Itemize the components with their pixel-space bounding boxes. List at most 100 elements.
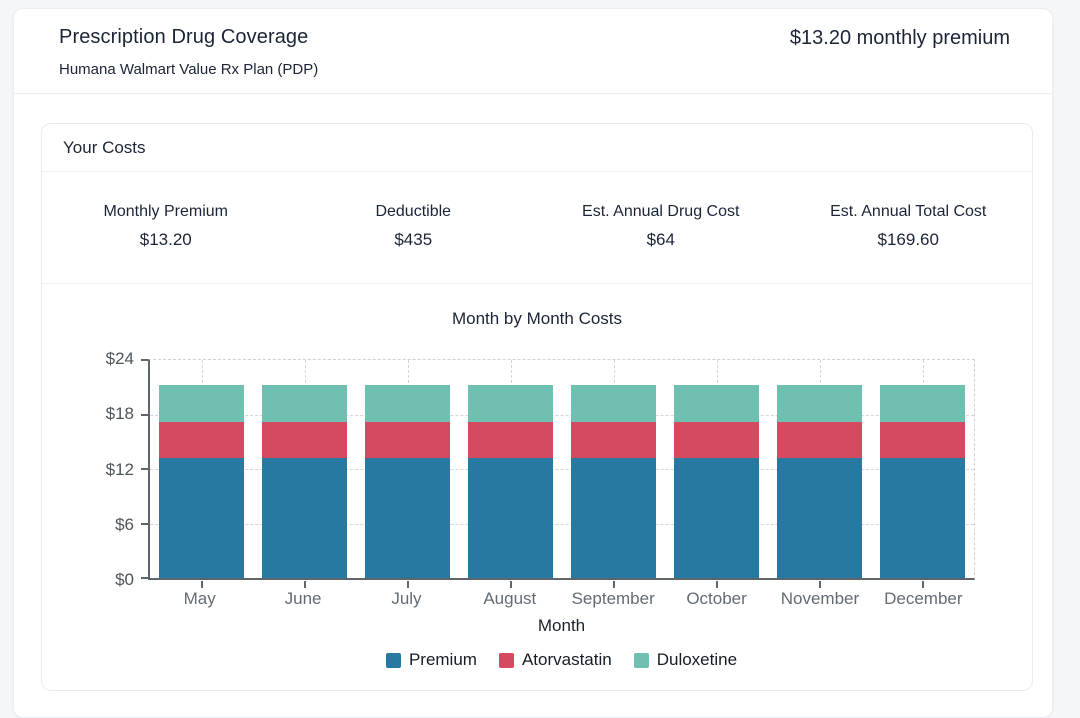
x-tick-mark [303, 581, 306, 588]
bar-segment-duloxetine-june [262, 385, 347, 422]
legend-item-premium: Premium [385, 650, 477, 670]
legend-swatch-atorvastatin [498, 652, 514, 668]
bar-segment-premium-september [571, 458, 656, 578]
stat-value: $169.60 [877, 230, 939, 249]
y-tick-label: $12 [105, 459, 134, 479]
plan-name: Humana Walmart Value Rx Plan (PDP) [59, 61, 319, 78]
month-by-month-chart: Month by Month Costs $0 $6 $12 $18 $24 May Ju… [42, 309, 1032, 670]
page-title: Prescription Drug Coverage [59, 26, 309, 48]
x-tick-mark [818, 581, 821, 588]
y-tick-mark [141, 522, 148, 525]
stacked-bar-may [159, 385, 244, 578]
cost-stats-row: Monthly Premium $13.20 Deductible $435 E… [42, 172, 1032, 284]
bar-segment-duloxetine-october [674, 385, 759, 422]
plot-area [141, 359, 975, 588]
bar-segment-premium-december [880, 458, 965, 578]
your-costs-heading: Your Costs [42, 124, 1032, 172]
x-tick-label: August [483, 589, 537, 608]
x-tick-label: May [183, 589, 216, 608]
legend-label: Duloxetine [656, 650, 738, 669]
stat-label: Est. Annual Drug Cost [582, 203, 740, 220]
y-tick-mark [141, 359, 148, 361]
stat-monthly-premium: Monthly Premium $13.20 [42, 203, 290, 250]
x-tick-mark [921, 581, 924, 588]
y-tick-label: $0 [115, 570, 134, 589]
x-axis-title: Month [537, 616, 586, 635]
monthly-premium-summary: $13.20 monthly premium [789, 27, 1010, 49]
bar-segment-atorvastatin-july [365, 421, 450, 459]
bar-segment-duloxetine-august [468, 385, 553, 422]
stacked-bar-october [674, 385, 759, 578]
stat-label: Monthly Premium [103, 203, 228, 220]
bar-segment-atorvastatin-november [777, 421, 862, 459]
plan-header-left: Prescription Drug Coverage Humana Walmar… [59, 26, 318, 78]
legend-label: Atorvastatin [521, 650, 612, 669]
legend-label: Premium [408, 650, 477, 669]
bar-slot-july [356, 360, 459, 578]
y-tick-label: $6 [115, 514, 134, 534]
stat-value: $435 [394, 230, 433, 249]
chart-legend: Premium Atorvastatin Duloxetine [148, 650, 975, 670]
bar-segment-premium-november [777, 458, 862, 578]
legend-item-atorvastatin: Atorvastatin [498, 650, 612, 670]
stat-label: Est. Annual Total Cost [830, 203, 987, 220]
bar-segment-atorvastatin-december [880, 421, 965, 459]
stat-value: $64 [646, 230, 675, 249]
x-tick-mark [509, 581, 512, 588]
stat-annual-total-cost: Est. Annual Total Cost $169.60 [785, 203, 1033, 250]
bar-segment-atorvastatin-may [159, 421, 244, 459]
y-tick-mark [141, 468, 148, 470]
stacked-bar-july [365, 385, 450, 578]
stacked-bar-june [262, 385, 347, 578]
x-tick-label: July [391, 589, 422, 608]
x-tick-label: June [284, 589, 322, 608]
bar-slot-september [562, 360, 665, 578]
bar-slot-october [665, 360, 768, 578]
chart-title: Month by Month Costs [451, 309, 623, 328]
y-tick-mark [141, 577, 148, 579]
bar-segment-premium-august [468, 458, 553, 578]
stat-annual-drug-cost: Est. Annual Drug Cost $64 [537, 203, 785, 250]
bar-segment-atorvastatin-october [674, 421, 759, 459]
bar-segment-duloxetine-november [777, 385, 862, 422]
bar-segment-premium-june [262, 458, 347, 578]
y-tick-label: $18 [105, 404, 134, 424]
legend-item-duloxetine: Duloxetine [633, 650, 738, 670]
bar-slot-december [871, 360, 974, 578]
your-costs-card: Your Costs Monthly Premium $13.20 Deduct… [41, 123, 1033, 691]
bar-segment-premium-july [365, 458, 450, 578]
stacked-bar-august [468, 385, 553, 578]
stacked-bar-december [880, 385, 965, 578]
bar-segment-duloxetine-september [571, 385, 656, 422]
chart-body: $0 $6 $12 $18 $24 [92, 349, 975, 589]
bar-segment-atorvastatin-september [571, 421, 656, 459]
x-tick-label: November [780, 589, 860, 608]
x-tick-mark [200, 581, 203, 588]
bar-segment-atorvastatin-june [262, 421, 347, 459]
y-axis-labels: $0 $6 $12 $18 $24 [92, 349, 148, 589]
x-tick-label: October [686, 589, 747, 608]
x-tick-mark [612, 581, 615, 588]
bar-slot-august [459, 360, 562, 578]
bar-segment-atorvastatin-august [468, 421, 553, 459]
stacked-bar-september [571, 385, 656, 578]
legend-swatch-duloxetine [633, 652, 649, 668]
x-tick-label: September [571, 589, 655, 608]
x-tick-mark [715, 581, 718, 588]
bar-segment-duloxetine-may [159, 385, 244, 422]
stacked-bar-november [777, 385, 862, 578]
x-tick-label: December [884, 589, 963, 608]
bar-segment-duloxetine-july [365, 385, 450, 422]
stat-value: $13.20 [139, 230, 192, 249]
y-tick-mark [141, 413, 148, 416]
x-axis-labels: May June July August September October Novembe… [148, 589, 975, 609]
plan-header: Prescription Drug Coverage Humana Walmar… [14, 9, 1052, 94]
bar-slot-november [768, 360, 871, 578]
bar-segment-premium-may [159, 458, 244, 578]
bar-segment-duloxetine-december [880, 385, 965, 422]
bar-slot-june [253, 360, 356, 578]
stat-deductible: Deductible $435 [290, 203, 538, 250]
plan-panel: Prescription Drug Coverage Humana Walmar… [13, 8, 1053, 718]
bar-slot-may [150, 360, 253, 578]
legend-swatch-premium [385, 652, 401, 668]
